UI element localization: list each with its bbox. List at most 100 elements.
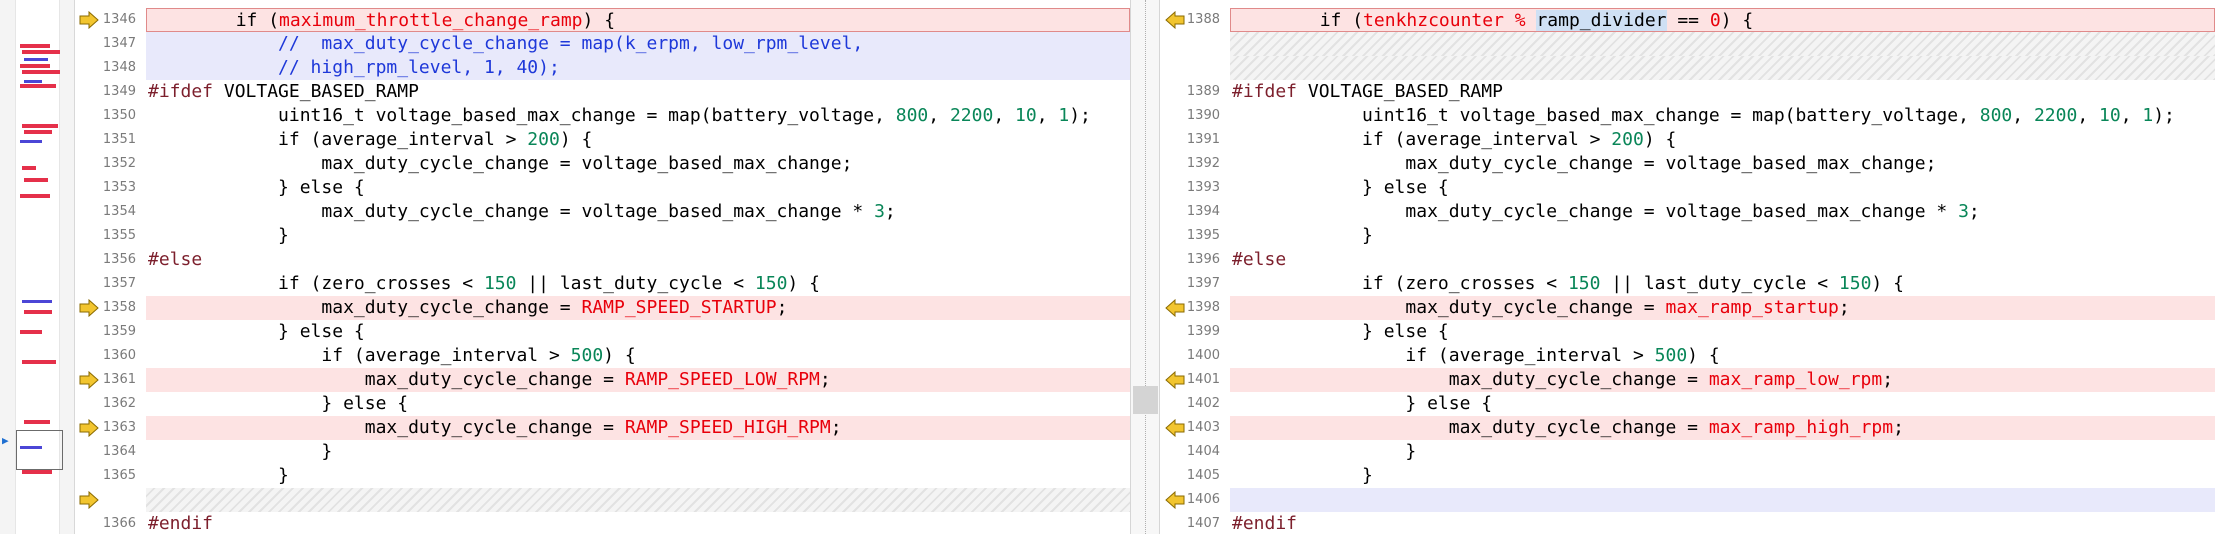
arrow-left-icon[interactable] [1165, 298, 1185, 318]
code-line[interactable]: if (tenkhzcounter % ramp_divider == 0) { [1230, 8, 2215, 32]
code-token: RAMP_SPEED_HIGH_RPM [624, 417, 831, 438]
code-line[interactable]: if (zero_crosses < 150 || last_duty_cycl… [146, 272, 1130, 296]
code-line[interactable]: max_duty_cycle_change = max_ramp_low_rpm… [1230, 368, 2215, 392]
overview-diff-mark[interactable] [22, 360, 56, 364]
overview-diff-mark[interactable] [20, 44, 50, 48]
code-line[interactable] [1230, 488, 2215, 512]
code-line[interactable] [146, 488, 1130, 512]
code-line[interactable]: max_duty_cycle_change = max_ramp_startup… [1230, 296, 2215, 320]
code-token: // max_duty_cycle_change = map(k_erpm, l… [148, 33, 864, 54]
code-line[interactable]: // high_rpm_level, 1, 40); [146, 56, 1130, 80]
code-line[interactable]: } [146, 224, 1130, 248]
code-token: 500 [570, 345, 604, 366]
code-line[interactable]: uint16_t voltage_based_max_change = map(… [146, 104, 1130, 128]
code-line[interactable]: max_duty_cycle_change = RAMP_SPEED_HIGH_… [146, 416, 1130, 440]
left-code-area[interactable]: if (maximum_throttle_change_ramp) { // m… [146, 0, 1130, 534]
code-token: 10 [1015, 105, 1037, 126]
overview-diff-mark[interactable] [22, 50, 60, 54]
code-line[interactable]: max_duty_cycle_change = voltage_based_ma… [1230, 152, 2215, 176]
code-line[interactable]: } [146, 464, 1130, 488]
overview-diff-mark[interactable] [24, 178, 48, 182]
diff-overview-map[interactable]: ▶ [0, 0, 75, 534]
code-line[interactable]: #endif [1230, 512, 2215, 534]
arrow-right-icon[interactable] [79, 370, 99, 390]
code-line[interactable]: max_duty_cycle_change = voltage_based_ma… [146, 200, 1130, 224]
code-token: } else { [148, 321, 365, 342]
arrow-left-icon[interactable] [1165, 10, 1185, 30]
code-line[interactable]: max_duty_cycle_change = RAMP_SPEED_START… [146, 296, 1130, 320]
code-line[interactable]: if (zero_crosses < 150 || last_duty_cycl… [1230, 272, 2215, 296]
arrow-right-icon[interactable] [79, 298, 99, 318]
code-line[interactable]: } else { [146, 392, 1130, 416]
code-token: hrottle_change_ [376, 10, 540, 31]
code-line[interactable]: } else { [146, 320, 1130, 344]
code-line[interactable]: } else { [1230, 320, 2215, 344]
code-token: if (average_interval > [148, 129, 528, 150]
overview-diff-mark[interactable] [20, 194, 50, 198]
arrow-right-icon[interactable] [79, 10, 99, 30]
code-line[interactable]: if (average_interval > 200) { [146, 128, 1130, 152]
code-line[interactable]: if (average_interval > 200) { [1230, 128, 2215, 152]
code-line[interactable]: if (average_interval > 500) { [1230, 344, 2215, 368]
overview-diff-mark[interactable] [22, 166, 36, 170]
code-line[interactable]: max_duty_cycle_change = RAMP_SPEED_LOW_R… [146, 368, 1130, 392]
code-token: || last_duty_cycle < [516, 273, 755, 294]
arrow-right-icon[interactable] [79, 418, 99, 438]
overview-diff-mark[interactable] [24, 130, 52, 134]
right-file-pane[interactable]: 1388 1389 1390 1391 1392 1393 1394 1395 1396 1397… [1160, 0, 2215, 534]
code-token: ; [819, 369, 831, 390]
gutter-line [1160, 56, 1230, 80]
overview-diff-mark[interactable] [24, 80, 42, 83]
arrow-left-icon[interactable] [1165, 490, 1185, 510]
code-line[interactable]: } else { [1230, 392, 2215, 416]
code-line[interactable]: } [1230, 440, 2215, 464]
divider-scroll-thumb[interactable] [1133, 386, 1158, 414]
code-line[interactable]: #endif [146, 512, 1130, 534]
code-token: ) { [787, 273, 820, 294]
code-line[interactable]: #ifdef VOLTAGE_BASED_RAMP [1230, 80, 2215, 104]
code-line[interactable]: } [1230, 224, 2215, 248]
code-line[interactable] [1230, 56, 2215, 80]
code-line[interactable]: } else { [1230, 176, 2215, 200]
overview-diff-mark[interactable] [22, 470, 52, 474]
code-line[interactable]: max_duty_cycle_change = max_ramp_high_rp… [1230, 416, 2215, 440]
gutter-line: 1395 [1160, 224, 1230, 248]
overview-diff-mark[interactable] [24, 420, 50, 424]
code-line[interactable]: if (average_interval > 500) { [146, 344, 1130, 368]
pane-divider[interactable] [1130, 0, 1160, 534]
line-number: 1399 [1186, 324, 1220, 339]
code-line[interactable]: uint16_t voltage_based_max_change = map(… [1230, 104, 2215, 128]
code-line[interactable]: if (maximum_throttle_change_ramp) { [146, 8, 1130, 32]
arrow-left-icon[interactable] [1165, 418, 1185, 438]
overview-diff-mark[interactable] [20, 330, 42, 334]
code-token: ) { [1687, 345, 1720, 366]
overview-diff-mark[interactable] [22, 124, 58, 128]
code-line[interactable]: #else [146, 248, 1130, 272]
code-line[interactable]: max_duty_cycle_change = voltage_based_ma… [146, 152, 1130, 176]
code-line[interactable]: } else { [146, 176, 1130, 200]
code-line[interactable]: max_duty_cycle_change = voltage_based_ma… [1230, 200, 2215, 224]
overview-diff-mark[interactable] [24, 58, 48, 61]
code-token: ) { [1643, 129, 1677, 150]
gutter-line: 1388 [1160, 8, 1230, 32]
code-line[interactable]: // max_duty_cycle_change = map(k_erpm, l… [146, 32, 1130, 56]
code-token: ramp [539, 10, 583, 31]
overview-diff-mark[interactable] [22, 70, 60, 74]
code-line[interactable]: #ifdef VOLTAGE_BASED_RAMP [146, 80, 1130, 104]
right-code-area[interactable]: if (tenkhzcounter % ramp_divider == 0) {… [1230, 0, 2215, 534]
code-line[interactable] [1230, 32, 2215, 56]
code-line[interactable]: #else [1230, 248, 2215, 272]
overview-diff-mark[interactable] [20, 84, 56, 88]
arrow-right-icon[interactable] [79, 490, 99, 510]
overview-diff-mark[interactable] [20, 140, 42, 143]
arrow-left-icon[interactable] [1165, 370, 1185, 390]
overview-viewport-indicator[interactable] [16, 430, 63, 470]
left-file-pane[interactable]: 1346 1347 1348 1349 1350 1351 1352 1353 1354 1355… [75, 0, 1130, 534]
overview-diff-mark[interactable] [22, 300, 52, 303]
overview-diff-mark[interactable] [24, 310, 52, 314]
overview-diff-mark[interactable] [20, 64, 50, 68]
code-line[interactable]: } [146, 440, 1130, 464]
gutter-line: 1390 [1160, 104, 1230, 128]
code-line[interactable]: } [1230, 464, 2215, 488]
code-token: if (average_interval > [1232, 129, 1612, 150]
